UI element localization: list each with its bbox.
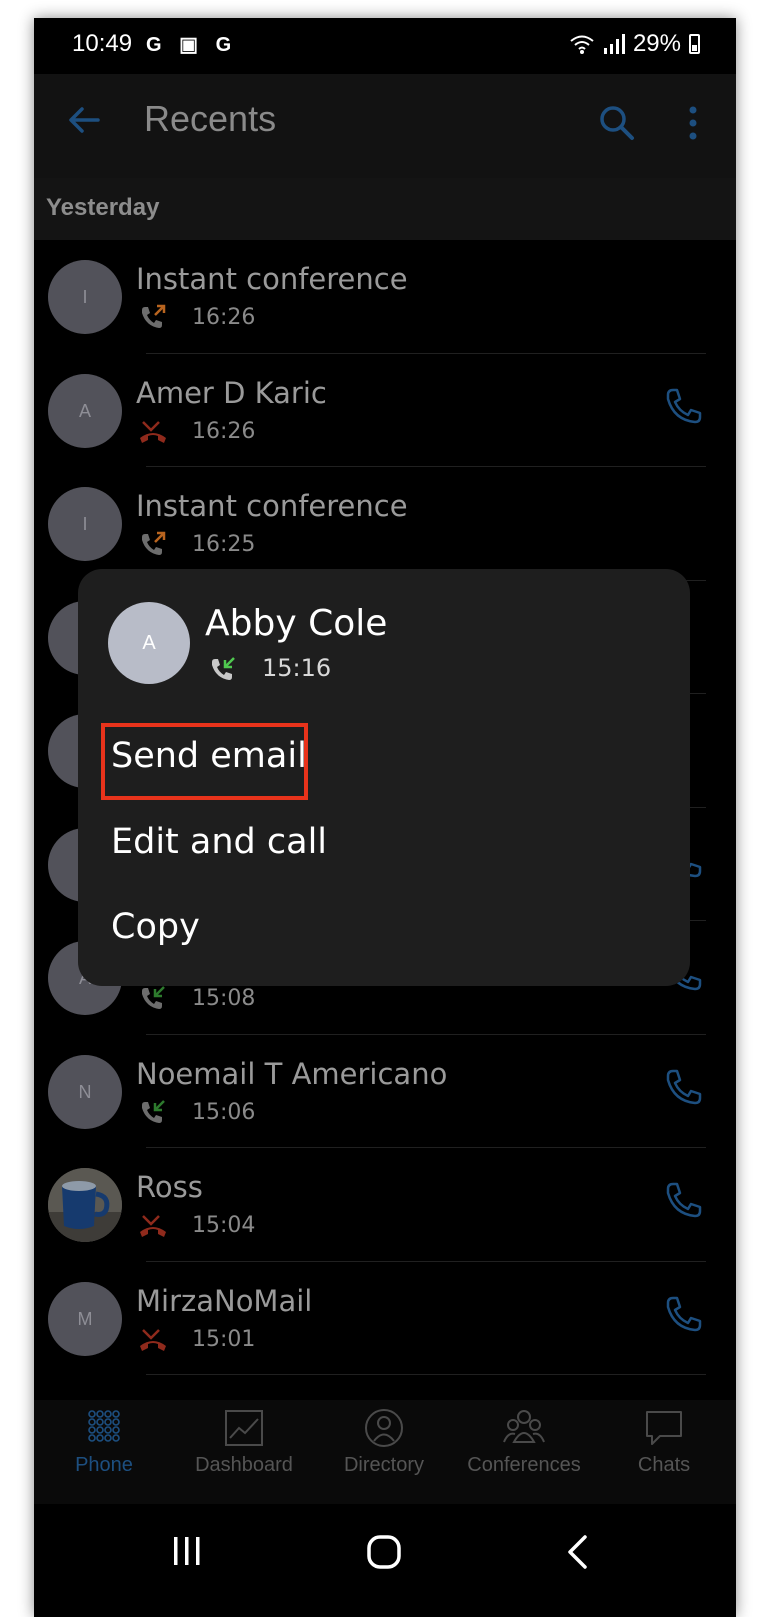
nav-item-conferences[interactable]: Conferences (454, 1408, 594, 1477)
battery-percent: 29% (632, 30, 681, 57)
nav-item-phone[interactable]: Phone (34, 1408, 174, 1477)
contact-name: MirzaNoMail (136, 1283, 313, 1318)
call-time: 15:08 (192, 986, 256, 1011)
contact-name: Ross (136, 1170, 203, 1204)
section-header-label: Yesterday (46, 194, 160, 221)
nav-item-dashboard[interactable]: Dashboard (174, 1408, 314, 1477)
chart-icon (225, 1410, 263, 1446)
call-button-icon[interactable] (662, 1180, 704, 1222)
avatar: I (48, 487, 122, 561)
divider (146, 1374, 706, 1375)
call-time: 15:06 (192, 1099, 256, 1125)
call-time: 16:26 (192, 418, 256, 444)
incoming-call-icon (142, 986, 165, 1009)
phone-screen: 10:49 G ▣ G 29% Recents Yesterday I Inst… (34, 18, 736, 1617)
call-time: 15:16 (262, 654, 332, 682)
call-time: 16:26 (192, 305, 256, 330)
chat-bubble-icon (646, 1411, 682, 1445)
outgoing-call-icon (142, 304, 166, 328)
missed-call-icon (140, 1328, 166, 1351)
wifi-icon (570, 35, 594, 54)
avatar: A (108, 602, 190, 684)
list-item[interactable]: M MirzaNoMail 15:01 (34, 1262, 736, 1375)
contact-name: Noemail T Americano (136, 1056, 448, 1091)
edit-and-call-menu-item[interactable]: Edit and call (111, 822, 327, 862)
list-item[interactable]: I Instant conference 16:25 (34, 467, 736, 581)
page-title: Recents (144, 98, 277, 139)
avatar: I (48, 260, 122, 334)
notification-icons: G ▣ G (146, 34, 238, 56)
back-icon[interactable] (564, 1534, 592, 1570)
call-button-icon[interactable] (662, 1294, 704, 1336)
list-item[interactable]: I Instant conference 16:26 (34, 240, 736, 354)
nav-label: Dashboard (195, 1454, 293, 1476)
call-time: 16:25 (192, 532, 256, 557)
recent-apps-icon[interactable] (170, 1534, 204, 1568)
incoming-call-icon (142, 1099, 165, 1123)
call-time: 15:01 (192, 1326, 256, 1352)
list-item[interactable]: Ross 15:04 (34, 1148, 736, 1262)
nav-item-directory[interactable]: Directory (314, 1408, 454, 1477)
avatar: A (48, 373, 122, 448)
call-button-icon[interactable] (662, 1067, 704, 1109)
outgoing-call-icon (142, 531, 166, 555)
highlight-box (101, 723, 308, 800)
avatar: N (48, 1054, 122, 1129)
contact-name: Instant conference (136, 262, 408, 296)
system-nav-bar (34, 1504, 736, 1617)
signal-icon (603, 34, 625, 54)
app-bar: Recents (34, 74, 736, 178)
contact-name: Amer D Karic (136, 375, 327, 410)
bottom-nav: Phone Dashboard Directory Conferences Ch… (34, 1400, 736, 1504)
contact-name: Abby Cole (205, 603, 388, 644)
list-item[interactable]: N Noemail T Americano 15:06 (34, 1035, 736, 1148)
nav-label: Phone (75, 1454, 133, 1476)
nav-item-chats[interactable]: Chats (594, 1408, 734, 1477)
status-bar: 10:49 G ▣ G 29% (34, 18, 736, 74)
nav-label: Conferences (467, 1454, 581, 1476)
nav-label: Directory (343, 1454, 424, 1476)
person-icon (365, 1409, 403, 1447)
status-right: 29% (569, 30, 700, 58)
avatar: M (48, 1281, 122, 1356)
missed-call-icon (140, 420, 166, 443)
home-icon[interactable] (366, 1534, 402, 1570)
back-arrow-icon[interactable] (66, 102, 102, 138)
status-time: 10:49 (72, 30, 133, 57)
contact-action-menu: A Abby Cole 15:16 Send email Edit and ca… (78, 569, 690, 986)
dialpad-icon (88, 1410, 120, 1442)
group-icon (503, 1410, 545, 1443)
call-button-icon[interactable] (662, 386, 704, 428)
mug-photo (48, 1168, 122, 1242)
nav-label: Chats (637, 1454, 691, 1476)
incoming-call-icon (212, 657, 235, 680)
search-icon[interactable] (598, 104, 636, 142)
section-header: Yesterday (34, 178, 736, 240)
call-time: 15:04 (192, 1213, 256, 1238)
more-vert-icon[interactable] (686, 104, 700, 142)
battery-icon (689, 34, 700, 54)
missed-call-icon (140, 1215, 166, 1237)
list-item[interactable]: A Amer D Karic 16:26 (34, 354, 736, 467)
avatar-photo (48, 1168, 122, 1242)
contact-name: Instant conference (136, 489, 408, 523)
copy-menu-item[interactable]: Copy (111, 907, 200, 947)
